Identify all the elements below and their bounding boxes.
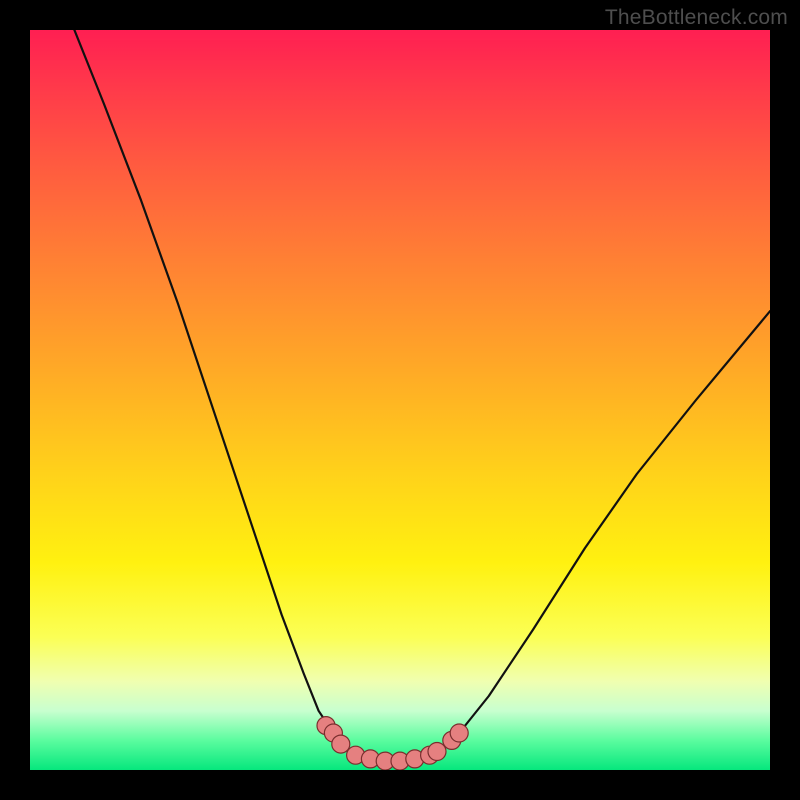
bottleneck-curve (74, 30, 770, 761)
curve-layer (30, 30, 770, 770)
marker-point (450, 724, 468, 742)
marker-point (428, 743, 446, 761)
marker-point (332, 735, 350, 753)
highlight-markers (317, 717, 468, 770)
plot-area (30, 30, 770, 770)
watermark-text: TheBottleneck.com (605, 6, 788, 30)
chart-frame: TheBottleneck.com (0, 0, 800, 800)
